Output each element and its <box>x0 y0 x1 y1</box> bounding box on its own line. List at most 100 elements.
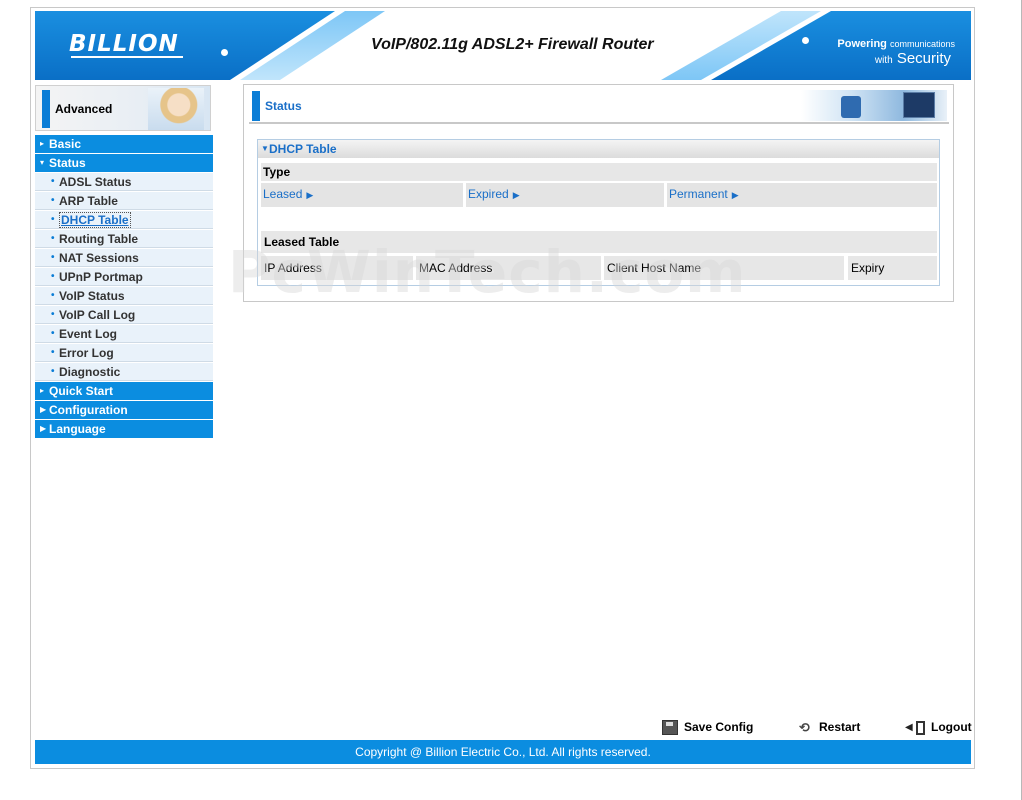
tagline-security-word: Security <box>896 50 951 67</box>
page-title: Status <box>265 99 302 113</box>
sidebar-item-voip-status[interactable]: • VoIP Status <box>35 287 213 305</box>
sidebar-item-label: DHCP Table <box>59 212 131 228</box>
arrow-right-icon: ▶ <box>731 190 739 200</box>
tagline-security: with Security <box>875 50 951 67</box>
mode-label: Advanced <box>55 102 113 116</box>
sidebar-item-label: Error Log <box>59 346 114 360</box>
save-config-button[interactable]: Save Config <box>662 718 753 736</box>
restart-button[interactable]: ⟲ Restart <box>799 718 860 736</box>
menu-arrow-icon: ▸ <box>40 139 45 148</box>
leased-table-header: IP Address MAC Address Client Host Name … <box>261 256 937 280</box>
tagline-with: with <box>874 55 893 66</box>
sidebar-item-event-log[interactable]: • Event Log <box>35 325 213 343</box>
header-office-image <box>801 90 947 121</box>
dhcp-table-section: ▼ DHCP Table Type Leased ▶ Expired ▶ Perma… <box>257 139 940 286</box>
sidebar-item-label: NAT Sessions <box>59 251 139 265</box>
status-header: Status <box>249 88 949 124</box>
banner-dot <box>802 37 809 44</box>
bullet-icon: • <box>51 214 55 225</box>
type-label: Type <box>261 163 937 181</box>
bullet-icon: • <box>51 233 55 244</box>
bullet-icon: • <box>51 347 55 358</box>
monitor-shape <box>903 92 935 118</box>
tagline-bold: Powering <box>837 38 887 50</box>
bullet-icon: • <box>51 309 55 320</box>
sidebar-item-configuration[interactable]: ▶ Configuration <box>35 401 213 419</box>
menu-arrow-icon: ▶ <box>40 405 47 414</box>
sidebar-item-label: ADSL Status <box>59 175 132 189</box>
sidebar-item-label: Routing Table <box>59 232 139 246</box>
billion-logo: BILLION <box>69 31 179 57</box>
sidebar-item-label: UPnP Portmap <box>59 270 143 284</box>
menu-arrow-icon: ▾ <box>40 158 45 167</box>
sidebar-item-label: ARP Table <box>59 194 118 208</box>
sidebar-item-label: Basic <box>49 137 82 151</box>
sidebar-menu: ▸ Basic ▾ Status • ADSL Status • ARP Table • DHCP… <box>35 135 213 439</box>
sidebar-item-error-log[interactable]: • Error Log <box>35 344 213 362</box>
bullet-icon: • <box>51 252 55 263</box>
floppy-disk-icon <box>662 720 678 736</box>
restart-label: Restart <box>819 720 861 734</box>
sidebar-item-label: Status <box>49 156 86 170</box>
sidebar-item-label: Language <box>49 422 106 436</box>
sidebar-item-adsl-status[interactable]: • ADSL Status <box>35 173 213 191</box>
header-banner: BILLION VoIP/802.11g ADSL2+ Firewall Rou… <box>35 11 971 80</box>
logout-label: Logout <box>931 720 972 734</box>
sidebar-item-quick-start[interactable]: ▸ Quick Start <box>35 382 213 400</box>
logout-door-icon: ◀ <box>905 720 925 735</box>
collapse-arrow-icon: ▼ <box>261 144 269 153</box>
tagline-powering: Powering communications <box>837 38 955 50</box>
tab-leased[interactable]: Leased ▶ <box>261 183 463 207</box>
sidebar-item-upnp-portmap[interactable]: • UPnP Portmap <box>35 268 213 286</box>
sidebar-item-label: Quick Start <box>49 384 114 398</box>
save-config-label: Save Config <box>684 720 754 734</box>
logout-button[interactable]: ◀ Logout <box>905 718 972 736</box>
restart-icon: ⟲ <box>799 719 810 735</box>
tab-leased-label: Leased <box>263 187 303 201</box>
mode-marker <box>42 90 50 128</box>
sidebar-item-voip-call-log[interactable]: • VoIP Call Log <box>35 306 213 324</box>
sidebar-item-routing-table[interactable]: • Routing Table <box>35 230 213 248</box>
tab-permanent[interactable]: Permanent ▶ <box>667 183 937 207</box>
sidebar-item-language[interactable]: ▶ Language <box>35 420 213 438</box>
column-client-host-name: Client Host Name <box>604 256 844 280</box>
product-title: VoIP/802.11g ADSL2+ Firewall Router <box>371 36 654 53</box>
sidebar-item-diagnostic[interactable]: • Diagnostic <box>35 363 213 381</box>
sidebar-item-arp-table[interactable]: • ARP Table <box>35 192 213 210</box>
leased-table-title: Leased Table <box>261 231 937 253</box>
office-chair-shape <box>841 96 861 118</box>
menu-arrow-icon: ▸ <box>40 386 45 395</box>
mode-box: Advanced <box>35 85 211 131</box>
sidebar-item-status[interactable]: ▾ Status <box>35 154 213 172</box>
bullet-icon: • <box>51 290 55 301</box>
arrow-right-icon: ▶ <box>512 190 520 200</box>
sidebar-item-label: Configuration <box>49 403 128 417</box>
sidebar-item-nat-sessions[interactable]: • NAT Sessions <box>35 249 213 267</box>
tagline-small: communications <box>889 39 955 49</box>
sidebar-item-label: VoIP Call Log <box>59 308 136 322</box>
bullet-icon: • <box>51 176 55 187</box>
bullet-icon: • <box>51 195 55 206</box>
logo-underline <box>71 56 183 58</box>
sidebar-item-label: VoIP Status <box>59 289 125 303</box>
bullet-icon: • <box>51 366 55 377</box>
column-mac-address: MAC Address <box>416 256 601 280</box>
section-title: DHCP Table <box>269 142 337 156</box>
mode-photo <box>148 88 204 130</box>
arrow-right-icon: ▶ <box>306 190 314 200</box>
copyright-bar: Copyright @ Billion Electric Co., Ltd. A… <box>35 740 971 764</box>
bullet-icon: • <box>51 271 55 282</box>
tab-expired[interactable]: Expired ▶ <box>466 183 664 207</box>
sidebar-item-basic[interactable]: ▸ Basic <box>35 135 213 153</box>
column-expiry: Expiry <box>848 256 937 280</box>
leased-table: Leased Table IP Address MAC Address Clie… <box>261 231 937 280</box>
banner-dot <box>221 49 228 56</box>
tab-expired-label: Expired <box>468 187 509 201</box>
column-ip-address: IP Address <box>261 256 413 280</box>
menu-arrow-icon: ▶ <box>40 424 47 433</box>
section-header[interactable]: ▼ DHCP Table <box>258 140 939 158</box>
bullet-icon: • <box>51 328 55 339</box>
status-marker <box>252 91 260 121</box>
sidebar-item-label: Diagnostic <box>59 365 121 379</box>
sidebar-item-dhcp-table[interactable]: • DHCP Table <box>35 211 213 229</box>
